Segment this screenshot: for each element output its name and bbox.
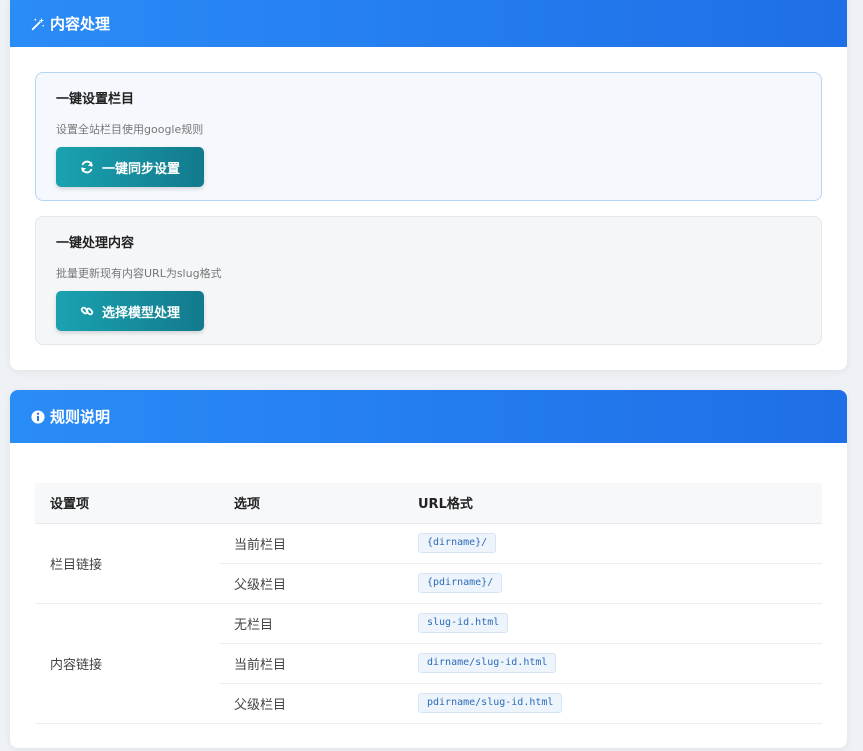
rules-table: 设置项 选项 URL格式 栏目链接 当前栏目 {dirname}/ 父级栏目 {… <box>35 483 822 724</box>
table-row: 内容链接 无栏目 slug-id.html <box>35 603 822 724</box>
option-cell: 当前栏目 <box>219 523 403 564</box>
process-content-description: 批量更新现有内容URL为slug格式 <box>56 267 222 280</box>
sync-columns-title: 一键设置栏目 <box>56 92 135 107</box>
group-column-link: 栏目链接 <box>35 523 219 604</box>
group-content-link: 内容链接 <box>35 603 219 724</box>
rules-card: 规则说明 设置项 选项 URL格式 栏目链接 当前栏目 {dirname}/ 父… <box>10 390 847 748</box>
table-row: 栏目链接 当前栏目 {dirname}/ <box>35 523 822 604</box>
content-processing-title: 内容处理 <box>50 15 111 33</box>
url-format-code: dirname/slug-id.html <box>418 653 557 673</box>
url-format-code: pdirname/slug-id.html <box>418 693 563 713</box>
sync-settings-button[interactable]: 一键同步设置 <box>56 147 205 187</box>
url-format-code: slug-id.html <box>418 613 509 633</box>
process-content-section: 一键处理内容 批量更新现有内容URL为slug格式 选择模型处理 <box>35 216 822 345</box>
sync-icon <box>80 160 94 174</box>
link-icon <box>80 304 94 318</box>
rules-header: 规则说明 <box>10 390 847 443</box>
option-cell: 父级栏目 <box>219 683 403 724</box>
option-cell: 当前栏目 <box>219 643 403 684</box>
header-setting: 设置项 <box>35 483 219 524</box>
rules-title: 规则说明 <box>50 408 111 426</box>
process-content-title: 一键处理内容 <box>56 236 135 251</box>
sync-columns-description: 设置全站栏目使用google规则 <box>56 123 204 136</box>
select-model-label: 选择模型处理 <box>102 305 181 321</box>
table-header-row: 设置项 选项 URL格式 <box>35 483 822 524</box>
select-model-button[interactable]: 选择模型处理 <box>56 291 205 331</box>
url-format-code: {pdirname}/ <box>418 573 503 593</box>
option-cell: 父级栏目 <box>219 563 403 604</box>
sync-columns-section: 一键设置栏目 设置全站栏目使用google规则 一键同步设置 <box>35 72 822 201</box>
content-processing-card: 内容处理 一键设置栏目 设置全站栏目使用google规则 一键同步设置 一键处理… <box>10 0 847 370</box>
url-format-code: {dirname}/ <box>418 533 497 553</box>
content-processing-header: 内容处理 <box>10 0 847 47</box>
option-cell: 无栏目 <box>219 603 403 644</box>
magic-wand-icon <box>30 16 46 32</box>
sync-settings-label: 一键同步设置 <box>102 161 181 177</box>
header-option: 选项 <box>219 483 403 524</box>
header-url-format: URL格式 <box>403 483 822 524</box>
info-circle-icon <box>30 409 46 425</box>
